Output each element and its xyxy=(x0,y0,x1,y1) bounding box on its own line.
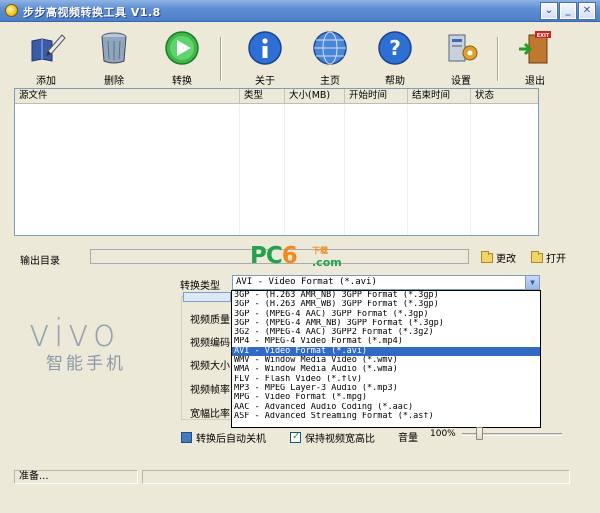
pc6-download-text: 下载 xyxy=(312,246,328,255)
column-start-time[interactable]: 开始时间 xyxy=(345,89,408,104)
change-dir-button[interactable]: 更改 xyxy=(481,250,516,265)
settings-label: 设置 xyxy=(451,76,471,87)
globe-icon xyxy=(310,31,350,65)
homepage-button[interactable]: 主页 xyxy=(302,31,358,87)
add-icon xyxy=(26,31,66,65)
exit-icon: EXIT xyxy=(515,31,555,65)
auto-shutdown-checkbox[interactable]: 转换后自动关机 xyxy=(181,430,266,445)
column-status[interactable]: 状态 xyxy=(471,89,538,104)
svg-text:?: ? xyxy=(389,36,401,60)
convert-type-select[interactable]: AVI - Video Format (*.avi) ▼ xyxy=(232,275,540,290)
window-title: 步步高视频转换工具 V1.8 xyxy=(23,6,161,19)
keep-ratio-label: 保持视频宽高比 xyxy=(305,434,375,445)
checkbox-box[interactable] xyxy=(290,431,301,443)
info-icon xyxy=(245,31,285,65)
video-settings-group-title xyxy=(183,292,231,302)
delete-label: 删除 xyxy=(104,76,124,87)
title-bar[interactable]: 步步高视频转换工具 V1.8 ⌄ _ ✕ xyxy=(0,0,600,22)
exit-button[interactable]: EXIT 退出 xyxy=(507,31,563,87)
folder-icon xyxy=(481,250,493,263)
file-list[interactable]: 源文件 类型 大小(MB) 开始时间 结束时间 状态 xyxy=(14,88,539,236)
minimize-button[interactable]: _ xyxy=(559,2,577,20)
dropdown-option[interactable]: 3GP - (H.263 AMR_NB) 3GPP Format (*.3gp) xyxy=(232,291,540,300)
convert-label: 转换 xyxy=(172,76,192,87)
video-quality-label: 视频质量 xyxy=(190,315,230,326)
app-icon xyxy=(5,4,18,17)
app-window: 步步高视频转换工具 V1.8 ⌄ _ ✕ 添加 删除 转换 关于 主页 ? 帮助… xyxy=(0,0,600,513)
vivo-slogan: 智能手机 xyxy=(46,354,126,374)
convert-type-value: AVI - Video Format (*.avi) xyxy=(236,277,377,287)
dropdown-option[interactable]: FLV - Flash Video (*.flv) xyxy=(232,375,540,384)
trash-icon xyxy=(94,31,134,65)
dropdown-option[interactable]: 3GP - (H.263 AMR_WB) 3GPP Format (*.3gp) xyxy=(232,300,540,309)
aspect-ratio-label: 宽幅比率 xyxy=(190,409,230,420)
chevron-down-icon[interactable]: ▼ xyxy=(525,276,539,289)
volume-slider-thumb[interactable] xyxy=(476,427,483,440)
add-label: 添加 xyxy=(36,76,56,87)
dropdown-option[interactable]: AVI - Video Format (*.avi) xyxy=(232,346,540,357)
homepage-label: 主页 xyxy=(320,76,340,87)
dropdown-option[interactable]: MPG - Video Format (*.mpg) xyxy=(232,393,540,402)
svg-text:EXIT: EXIT xyxy=(537,33,550,39)
column-source-file[interactable]: 源文件 xyxy=(15,89,240,104)
column-end-time[interactable]: 结束时间 xyxy=(408,89,471,104)
dropdown-option[interactable]: 3GP - (MPEG-4 AAC) 3GPP Format (*.3gp) xyxy=(232,310,540,319)
play-icon xyxy=(162,31,202,65)
toolbar-divider xyxy=(220,37,222,81)
video-framerate-label: 视频帧率 xyxy=(190,385,230,396)
file-list-header: 源文件 类型 大小(MB) 开始时间 结束时间 状态 xyxy=(15,89,538,104)
dropdown-option[interactable]: WMA - Window Media Audio (*.wma) xyxy=(232,365,540,374)
open-dir-button[interactable]: 打开 xyxy=(531,250,566,265)
toolbar-divider xyxy=(497,37,499,81)
open-dir-label: 打开 xyxy=(546,254,566,265)
column-type[interactable]: 类型 xyxy=(240,89,285,104)
help-button[interactable]: ? 帮助 xyxy=(367,31,423,87)
convert-type-dropdown[interactable]: 3GP - (H.263 AMR_NB) 3GPP Format (*.3gp)… xyxy=(231,290,541,428)
about-label: 关于 xyxy=(255,76,275,87)
checkbox-box[interactable] xyxy=(181,432,192,443)
open-folder-icon xyxy=(531,250,543,263)
exit-label: 退出 xyxy=(525,76,545,87)
pc6-domain-text: .com xyxy=(312,256,342,269)
keep-ratio-checkbox[interactable]: 保持视频宽高比 xyxy=(290,430,375,445)
column-size[interactable]: 大小(MB) xyxy=(285,89,345,104)
close-button[interactable]: ✕ xyxy=(578,2,596,20)
convert-type-label: 转换类型 xyxy=(180,281,220,292)
dropdown-option[interactable]: 3G2 - (MPEG-4 AAC) 3GPP2 Format (*.3g2) xyxy=(232,328,540,337)
settings-button[interactable]: 设置 xyxy=(433,31,489,87)
add-button[interactable]: 添加 xyxy=(18,31,74,87)
help-label: 帮助 xyxy=(385,76,405,87)
convert-button[interactable]: 转换 xyxy=(154,31,210,87)
output-dir-label: 输出目录 xyxy=(20,256,60,267)
change-dir-label: 更改 xyxy=(496,254,516,265)
status-text: 准备... xyxy=(14,470,138,484)
volume-value: 100% xyxy=(430,429,456,439)
dropdown-option[interactable]: 3GP - (MPEG-4 AMR_NB) 3GPP Format (*.3gp… xyxy=(232,319,540,328)
video-codec-label: 视频编码 xyxy=(190,338,230,349)
pc6-logo-text: PC6 xyxy=(250,243,298,269)
dropdown-option[interactable]: AAC - Advanced Audio Coding (*.aac) xyxy=(232,403,540,412)
chevron-down-icon: ⌄ xyxy=(544,5,554,16)
video-size-label: 视频大小 xyxy=(190,361,230,372)
file-list-body[interactable] xyxy=(15,105,538,235)
dropdown-option[interactable]: ASF - Advanced Streaming Format (*.asf) xyxy=(232,412,540,421)
close-icon: ✕ xyxy=(582,5,592,16)
auto-shutdown-label: 转换后自动关机 xyxy=(196,434,266,445)
options-button[interactable]: ⌄ xyxy=(540,2,558,20)
volume-label: 音量 xyxy=(398,433,418,444)
about-button[interactable]: 关于 xyxy=(237,31,293,87)
settings-icon xyxy=(441,31,481,65)
minimize-icon: _ xyxy=(565,5,571,16)
status-progress xyxy=(142,470,570,484)
delete-button[interactable]: 删除 xyxy=(86,31,142,87)
dropdown-option[interactable]: WMV - Window Media Video (*.wmv) xyxy=(232,356,540,365)
pc6-watermark: PC6 下载 .com xyxy=(250,243,360,273)
toolbar: 添加 删除 转换 关于 主页 ? 帮助 设置 EXIT 退出 xyxy=(0,23,600,87)
help-icon: ? xyxy=(375,31,415,65)
dropdown-option[interactable]: MP3 - MPEG Layer-3 Audio (*.mp3) xyxy=(232,384,540,393)
dropdown-option[interactable]: MP4 - MPEG-4 Video Format (*.mp4) xyxy=(232,337,540,346)
